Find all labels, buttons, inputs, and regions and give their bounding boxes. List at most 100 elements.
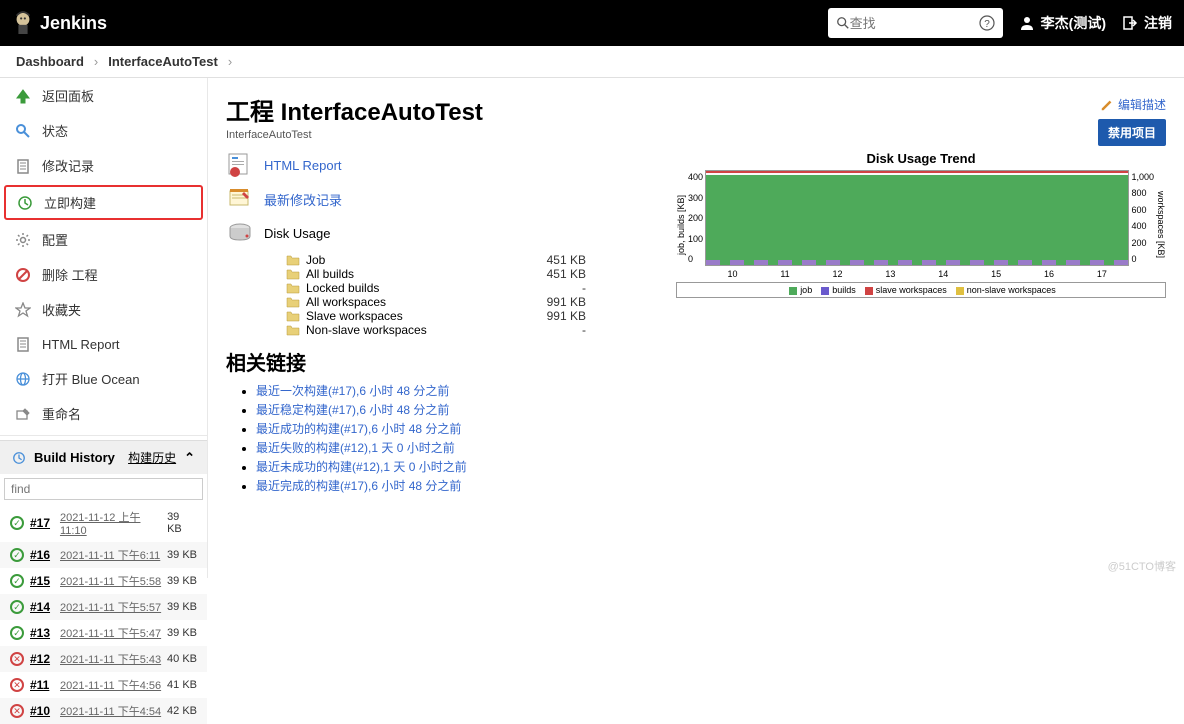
breadcrumb-dashboard[interactable]: Dashboard (16, 54, 84, 69)
help-icon[interactable]: ? (979, 15, 995, 31)
sidebar-item-label: 收藏夹 (42, 300, 81, 319)
breadcrumb-project[interactable]: InterfaceAutoTest (108, 54, 218, 69)
build-number[interactable]: #15 (30, 574, 60, 588)
search-box[interactable]: ? (828, 8, 1003, 38)
build-row[interactable]: ✓#142021-11-11 下午5:5739 KB (0, 594, 207, 620)
find-input[interactable] (4, 478, 203, 500)
build-number[interactable]: #12 (30, 652, 60, 666)
build-date[interactable]: 2021-11-12 上午11:10 (60, 509, 167, 537)
magnify-icon (14, 122, 32, 140)
disk-row: All builds451 KB (286, 267, 656, 281)
sidebar-item-label: 状态 (42, 121, 68, 140)
build-date[interactable]: 2021-11-11 下午5:58 (60, 573, 161, 589)
build-date[interactable]: 2021-11-11 下午4:54 (60, 703, 161, 719)
disk-usage-label: Disk Usage (264, 226, 330, 241)
sidebar-item-1[interactable]: 状态 (0, 113, 207, 148)
sidebar-item-9[interactable]: 重命名 (0, 396, 207, 431)
related-link[interactable]: 最近完成的构建(#17),6 小时 48 分之前 (256, 479, 461, 493)
build-status-icon: ✓ (10, 574, 24, 588)
disk-row: Slave workspaces991 KB (286, 309, 656, 323)
sidebar-item-2[interactable]: 修改记录 (0, 148, 207, 183)
build-row[interactable]: ✕#102021-11-11 下午4:5442 KB (0, 698, 207, 724)
chart-title: Disk Usage Trend (676, 151, 1166, 166)
disk-row: Locked builds- (286, 281, 656, 295)
related-link-item: 最近成功的构建(#17),6 小时 48 分之前 (256, 420, 656, 437)
jenkins-logo-icon (12, 10, 34, 36)
build-date[interactable]: 2021-11-11 下午5:43 (60, 651, 161, 667)
folder-icon (286, 282, 300, 294)
folder-icon (286, 310, 300, 322)
search-icon (836, 16, 850, 30)
build-size: 39 KB (167, 511, 197, 535)
build-row[interactable]: ✕#112021-11-11 下午4:5641 KB (0, 672, 207, 698)
build-number[interactable]: #11 (30, 678, 60, 692)
sidebar-item-6[interactable]: 收藏夹 (0, 292, 207, 327)
build-number[interactable]: #10 (30, 704, 60, 718)
build-row[interactable]: ✓#162021-11-11 下午6:1139 KB (0, 542, 207, 568)
disable-project-button[interactable]: 禁用项目 (1098, 119, 1166, 146)
arrow-up-icon (14, 87, 32, 105)
build-history-header[interactable]: Build History 构建历史 ⌃ (0, 440, 207, 474)
sidebar-item-7[interactable]: HTML Report (0, 327, 207, 361)
user-icon (1019, 15, 1035, 31)
related-link[interactable]: 最近成功的构建(#17),6 小时 48 分之前 (256, 422, 461, 436)
build-status-icon: ✓ (10, 600, 24, 614)
sidebar-item-3[interactable]: 立即构建 (4, 185, 203, 220)
sidebar-item-8[interactable]: 打开 Blue Ocean (0, 361, 207, 396)
user-name: 李杰(测试) (1041, 13, 1106, 33)
disk-row: All workspaces991 KB (286, 295, 656, 309)
gear-icon (14, 231, 32, 249)
logout-button[interactable]: 注销 (1122, 13, 1172, 33)
history-title: Build History (34, 450, 115, 465)
collapse-icon[interactable]: ⌃ (184, 450, 195, 466)
build-number[interactable]: #17 (30, 516, 60, 530)
chart-legend: jobbuildsslave workspacesnon-slave works… (676, 282, 1166, 298)
search-input[interactable] (850, 16, 970, 31)
folder-icon (286, 268, 300, 280)
sidebar-item-label: 返回面板 (42, 86, 94, 105)
y-right-label: workspaces [KB] (1156, 170, 1166, 280)
doc-icon (14, 335, 32, 353)
no-icon (14, 266, 32, 284)
build-size: 42 KB (167, 705, 197, 717)
breadcrumb-sep-icon: › (228, 54, 232, 69)
history-link[interactable]: 构建历史 (128, 449, 176, 466)
related-links-title: 相关链接 (226, 347, 656, 376)
brand-text: Jenkins (40, 13, 107, 34)
chart-plot: 1011121314151617 (705, 170, 1129, 266)
related-link[interactable]: 最近一次构建(#17),6 小时 48 分之前 (256, 384, 449, 398)
pencil-icon (1100, 98, 1114, 112)
build-status-icon: ✓ (10, 548, 24, 562)
logout-text: 注销 (1144, 13, 1172, 33)
html-report-link[interactable]: HTML Report (264, 158, 342, 173)
build-row[interactable]: ✓#132021-11-11 下午5:4739 KB (0, 620, 207, 646)
related-link[interactable]: 最近稳定构建(#17),6 小时 48 分之前 (256, 403, 449, 417)
sidebar-item-5[interactable]: 删除 工程 (0, 257, 207, 292)
build-size: 39 KB (167, 627, 197, 639)
brand[interactable]: Jenkins (12, 10, 107, 36)
build-row[interactable]: ✓#172021-11-12 上午11:1039 KB (0, 504, 207, 542)
breadcrumb-sep-icon: › (94, 54, 98, 69)
rename-icon (14, 405, 32, 423)
build-number[interactable]: #13 (30, 626, 60, 640)
build-date[interactable]: 2021-11-11 下午6:11 (60, 547, 160, 563)
sidebar-item-4[interactable]: 配置 (0, 222, 207, 257)
build-row[interactable]: ✓#152021-11-11 下午5:5839 KB (0, 568, 207, 594)
recent-changes-link[interactable]: 最新修改记录 (264, 190, 342, 209)
build-date[interactable]: 2021-11-11 下午5:47 (60, 625, 161, 641)
related-link[interactable]: 最近失败的构建(#12),1 天 0 小时之前 (256, 441, 455, 455)
related-link[interactable]: 最近未成功的构建(#12),1 天 0 小时之前 (256, 460, 467, 474)
build-date[interactable]: 2021-11-11 下午5:57 (60, 599, 161, 615)
build-number[interactable]: #14 (30, 600, 60, 614)
build-date[interactable]: 2021-11-11 下午4:56 (60, 677, 161, 693)
breadcrumb: Dashboard › InterfaceAutoTest › (0, 46, 1184, 78)
watermark: @51CTO博客 (1108, 558, 1176, 574)
build-row[interactable]: ✕#122021-11-11 下午5:4340 KB (0, 646, 207, 672)
build-size: 40 KB (167, 653, 197, 665)
edit-description-link[interactable]: 编辑描述 (1100, 96, 1166, 113)
user-menu[interactable]: 李杰(测试) (1019, 13, 1106, 33)
sidebar-item-0[interactable]: 返回面板 (0, 78, 207, 113)
disk-row: Non-slave workspaces- (286, 323, 656, 337)
sidebar-item-label: 修改记录 (42, 156, 94, 175)
build-number[interactable]: #16 (30, 548, 60, 562)
